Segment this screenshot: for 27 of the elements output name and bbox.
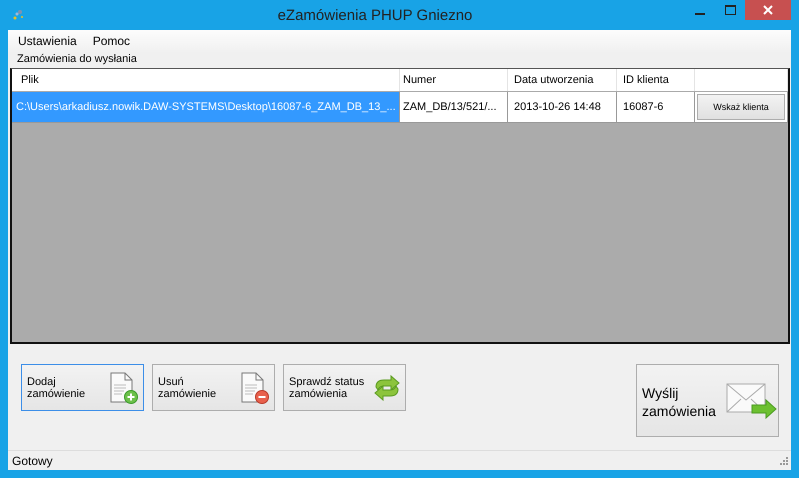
window-title: eZamówienia PHUP Gniezno: [276, 6, 474, 24]
column-header: Data utworzenia: [508, 69, 617, 91]
action-button[interactable]: Dodaj zamówienie: [21, 364, 144, 411]
menu-item[interactable]: Pomoc: [84, 34, 138, 48]
column-header: Numer: [400, 69, 508, 91]
send-button[interactable]: Wyślij zamówienia: [636, 364, 779, 437]
action-button[interactable]: Usuń zamówienie: [152, 364, 275, 411]
table-cell: 16087-6: [617, 92, 695, 122]
resize-grip-icon: [779, 456, 788, 465]
sparkle-icon: [11, 8, 25, 22]
document-add-icon: [109, 370, 139, 404]
table-cell: 2013-10-26 14:48: [508, 92, 617, 122]
document-remove-icon: [240, 370, 270, 404]
close-icon: [763, 5, 773, 15]
menu-item[interactable]: Ustawienia: [10, 34, 85, 48]
close-button[interactable]: [745, 0, 791, 20]
maximize-icon[interactable]: [724, 5, 736, 15]
action-button[interactable]: Sprawdź status zamówienia: [283, 364, 406, 411]
status-text: Gotowy: [12, 454, 53, 468]
column-header: ID klienta: [617, 69, 695, 91]
select-client-button[interactable]: Wskaż klienta: [697, 94, 785, 120]
column-header: Plik: [12, 69, 400, 91]
table-cell: ZAM_DB/13/521/...: [400, 92, 508, 122]
table-cell: C:\Users\arkadiusz.nowik.DAW-SYSTEMS\Desktop\16087-6_ZAM_DB_13_...: [12, 92, 400, 122]
refresh-arrows-icon: [373, 374, 401, 402]
group-label: Zamówienia do wysłania: [16, 52, 138, 67]
envelope-arrow-icon: [726, 382, 778, 420]
